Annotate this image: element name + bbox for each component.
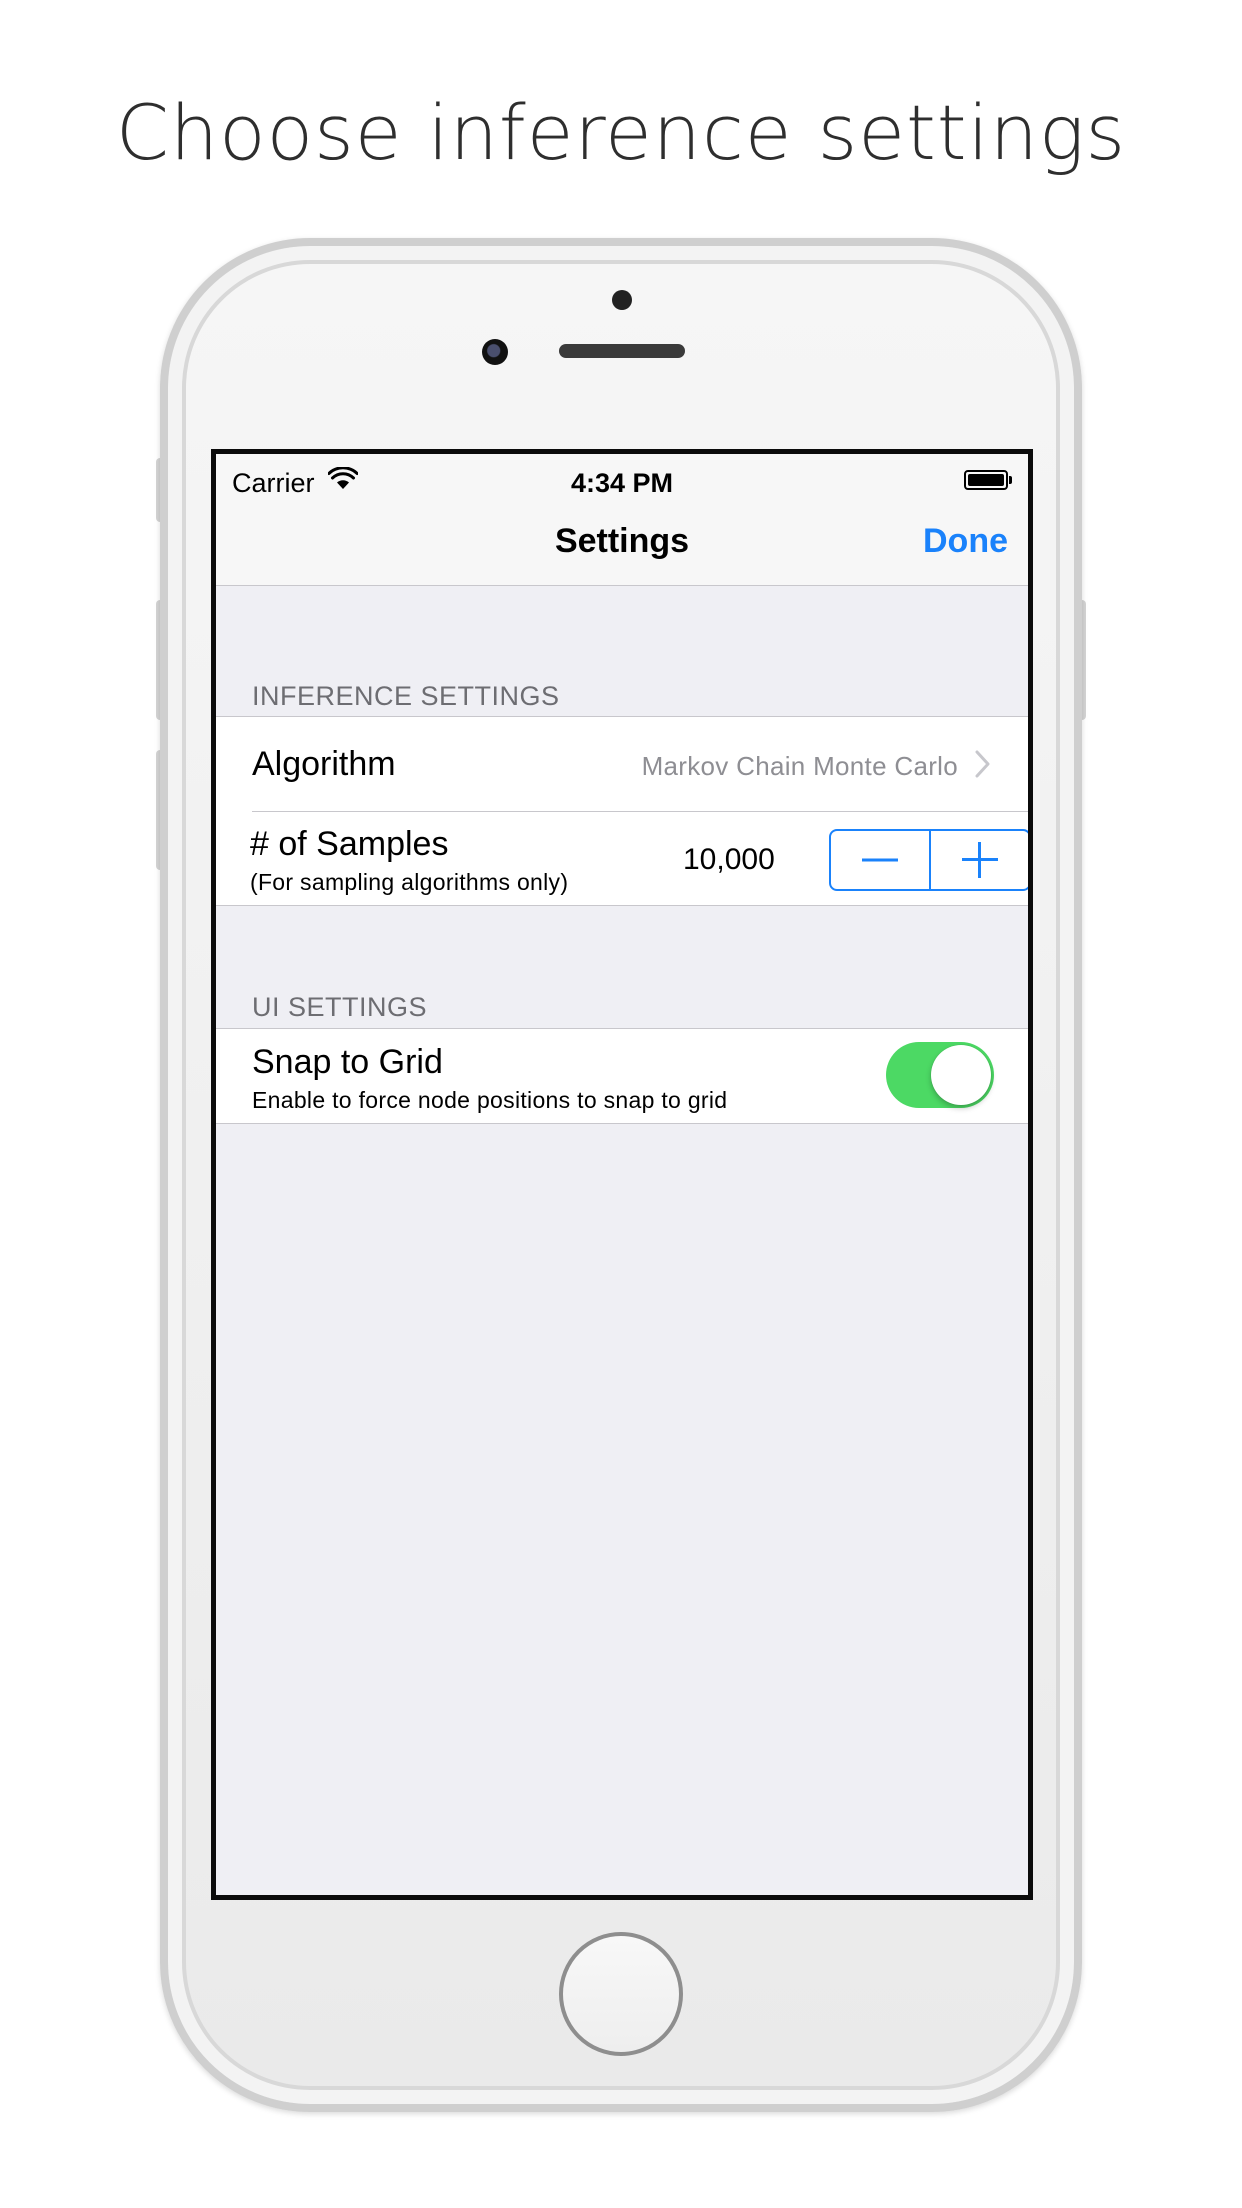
headline: Choose inference settings (115, 88, 1127, 177)
snap-to-grid-label: Snap to Grid (252, 1043, 443, 1081)
snap-to-grid-row: Snap to Grid Enable to force node positi… (216, 1029, 1028, 1123)
chevron-right-icon (975, 750, 990, 778)
inference-settings-group: Algorithm Markov Chain Monte Carlo # of … (216, 716, 1028, 906)
snap-to-grid-toggle[interactable] (886, 1042, 994, 1108)
navigation-bar: Settings Done (216, 498, 1028, 586)
proximity-sensor (612, 290, 632, 310)
minus-icon (862, 858, 898, 862)
status-time: 4:34 PM (570, 468, 674, 498)
samples-label: # of Samples (250, 825, 449, 863)
increment-button[interactable] (929, 831, 1028, 889)
samples-sublabel: (For sampling algorithms only) (250, 869, 569, 895)
page-title: Settings (554, 522, 690, 560)
plus-icon (962, 842, 998, 878)
done-button[interactable]: Done (923, 522, 1008, 561)
decrement-button[interactable] (831, 831, 929, 889)
snap-to-grid-sublabel: Enable to force node positions to snap t… (252, 1087, 728, 1113)
ui-settings-group: Snap to Grid Enable to force node positi… (216, 1028, 1028, 1124)
samples-row: # of Samples (For sampling algorithms on… (216, 811, 1028, 905)
samples-value: 10,000 (683, 843, 775, 876)
battery-icon (964, 470, 1012, 490)
section-header-ui: UI SETTINGS (252, 992, 428, 1022)
front-camera-icon (482, 339, 508, 365)
algorithm-label: Algorithm (252, 745, 396, 783)
toggle-knob (931, 1045, 991, 1105)
algorithm-row[interactable]: Algorithm Markov Chain Monte Carlo (216, 717, 1028, 811)
home-button[interactable] (559, 1932, 683, 2056)
phone-screen: Carrier 4:34 PM Settings Done INFERENCE … (211, 449, 1033, 1900)
section-header-inference: INFERENCE SETTINGS (252, 681, 560, 711)
samples-stepper[interactable] (829, 829, 1028, 891)
earpiece-speaker (559, 344, 685, 358)
status-bar: Carrier 4:34 PM (216, 454, 1028, 498)
algorithm-value: Markov Chain Monte Carlo (641, 751, 958, 781)
